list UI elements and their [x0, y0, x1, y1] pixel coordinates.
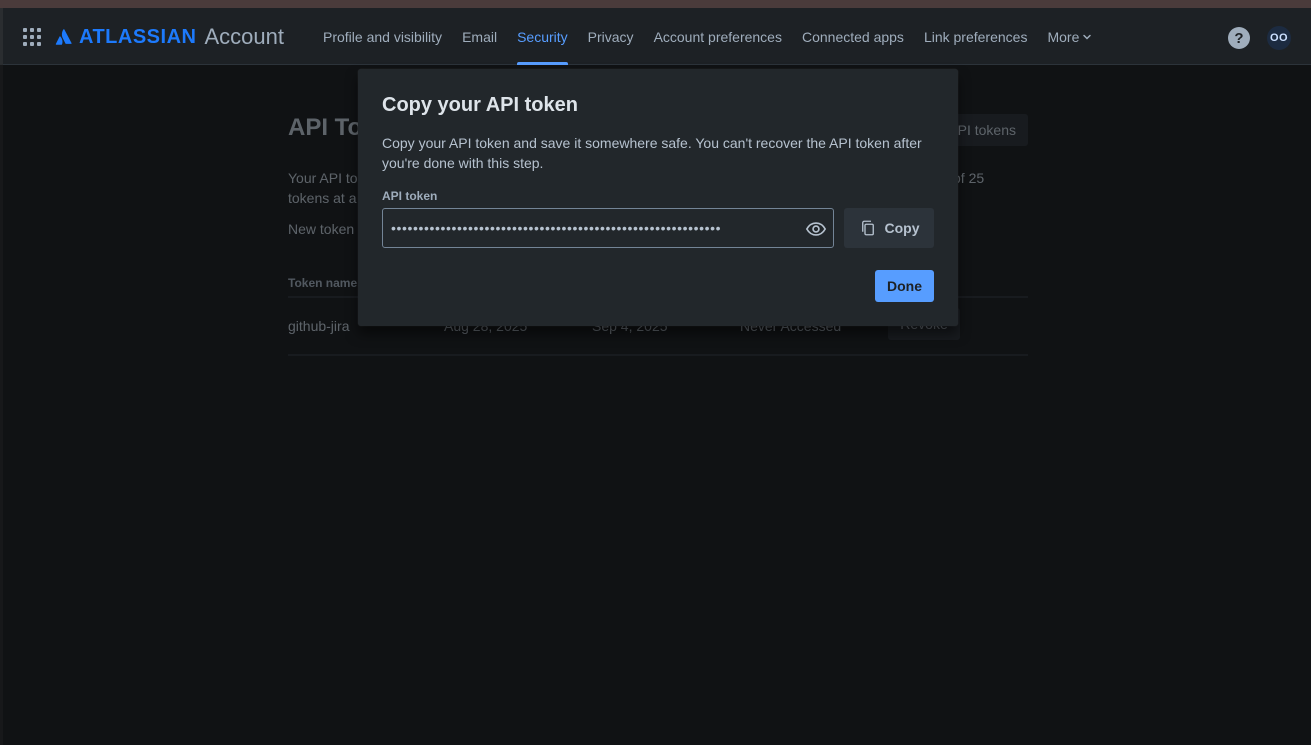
tab-profile-and-visibility[interactable]: Profile and visibility	[313, 8, 452, 65]
tab-label: Account preferences	[653, 28, 782, 45]
api-token-label: API token	[382, 189, 438, 203]
tab-account-preferences[interactable]: Account preferences	[644, 8, 792, 65]
brand-name: ATLASSIAN	[79, 25, 197, 48]
tab-privacy[interactable]: Privacy	[578, 8, 644, 65]
tab-label: Security	[517, 28, 568, 45]
atlassian-logo-icon	[55, 29, 72, 45]
tab-link-preferences[interactable]: Link preferences	[914, 8, 1038, 65]
copy-label: Copy	[884, 220, 920, 236]
tab-security[interactable]: Security	[507, 8, 578, 65]
dialog-description: Copy your API token and save it somewher…	[382, 135, 922, 171]
window-top-strip	[0, 0, 1311, 8]
tab-label: Link preferences	[923, 28, 1028, 45]
copy-button[interactable]: Copy	[844, 208, 934, 248]
show-token-eye-icon[interactable]	[805, 218, 827, 240]
tab-connected-apps[interactable]: Connected apps	[792, 8, 914, 65]
tab-label: Email	[462, 28, 498, 45]
done-label: Done	[887, 278, 922, 294]
done-button[interactable]: Done	[875, 270, 934, 302]
help-glyph: ?	[1234, 29, 1244, 47]
masked-token-value: ••••••••••••••••••••••••••••••••••••••••…	[391, 220, 722, 236]
help-icon[interactable]: ?	[1228, 27, 1250, 49]
avatar[interactable]: OO	[1267, 26, 1291, 50]
tab-label: More	[1047, 28, 1080, 45]
product-name: Account	[204, 24, 284, 49]
dialog-title: Copy your API token	[382, 94, 578, 116]
tab-label: Profile and visibility	[323, 28, 443, 45]
atlassian-account-logo[interactable]: ATLASSIAN Account	[55, 22, 284, 52]
account-tabs: Profile and visibility Email Security Pr…	[313, 8, 1102, 65]
tab-label: Connected apps	[801, 28, 904, 45]
tab-label: Privacy	[587, 28, 634, 45]
copy-api-token-dialog: Copy your API token Copy your API token …	[358, 69, 958, 326]
top-navigation: ATLASSIAN Account Profile and visibility…	[3, 8, 1311, 65]
chevron-down-icon	[1083, 34, 1092, 40]
avatar-initials: OO	[1269, 32, 1289, 44]
app-switcher-icon[interactable]	[23, 28, 41, 46]
api-token-field[interactable]: ••••••••••••••••••••••••••••••••••••••••…	[382, 208, 834, 248]
tab-more[interactable]: More	[1037, 8, 1102, 65]
tab-email[interactable]: Email	[452, 8, 507, 65]
copy-icon	[861, 220, 874, 236]
